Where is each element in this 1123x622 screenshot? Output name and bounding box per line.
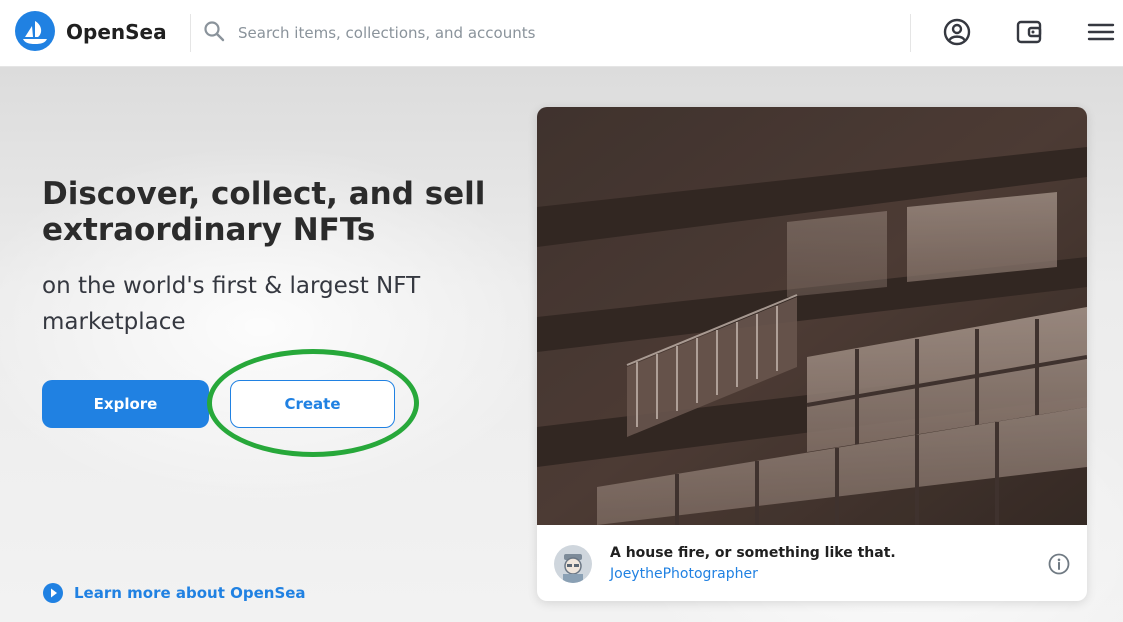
hero-headline: Discover, collect, and sell extraordinar… [42,176,486,248]
header-divider [190,14,191,52]
wallet-icon[interactable] [1012,15,1046,49]
featured-title[interactable]: A house fire, or something like that. [610,545,896,561]
search-input[interactable] [236,19,900,47]
account-icon[interactable] [940,15,974,49]
learn-more-label: Learn more about OpenSea [74,584,306,602]
hero-subheadline: on the world's first & largest NFT marke… [42,273,421,335]
menu-icon[interactable] [1084,15,1118,49]
featured-image[interactable] [537,107,1087,525]
play-icon [43,583,63,603]
top-nav: OpenSea [0,0,1123,67]
explore-button[interactable]: Explore [42,380,209,428]
create-button[interactable]: Create [230,380,395,428]
creator-avatar[interactable] [554,545,592,583]
search-icon [204,21,225,42]
featured-card[interactable]: A house fire, or something like that. Jo… [537,107,1087,601]
info-icon[interactable] [1048,553,1070,575]
featured-creator-link[interactable]: JoeythePhotographer [610,566,758,582]
brand-name[interactable]: OpenSea [66,20,167,44]
header-divider [910,14,911,52]
opensea-logo-icon[interactable] [15,11,55,51]
learn-more-link[interactable]: Learn more about OpenSea [42,582,306,604]
